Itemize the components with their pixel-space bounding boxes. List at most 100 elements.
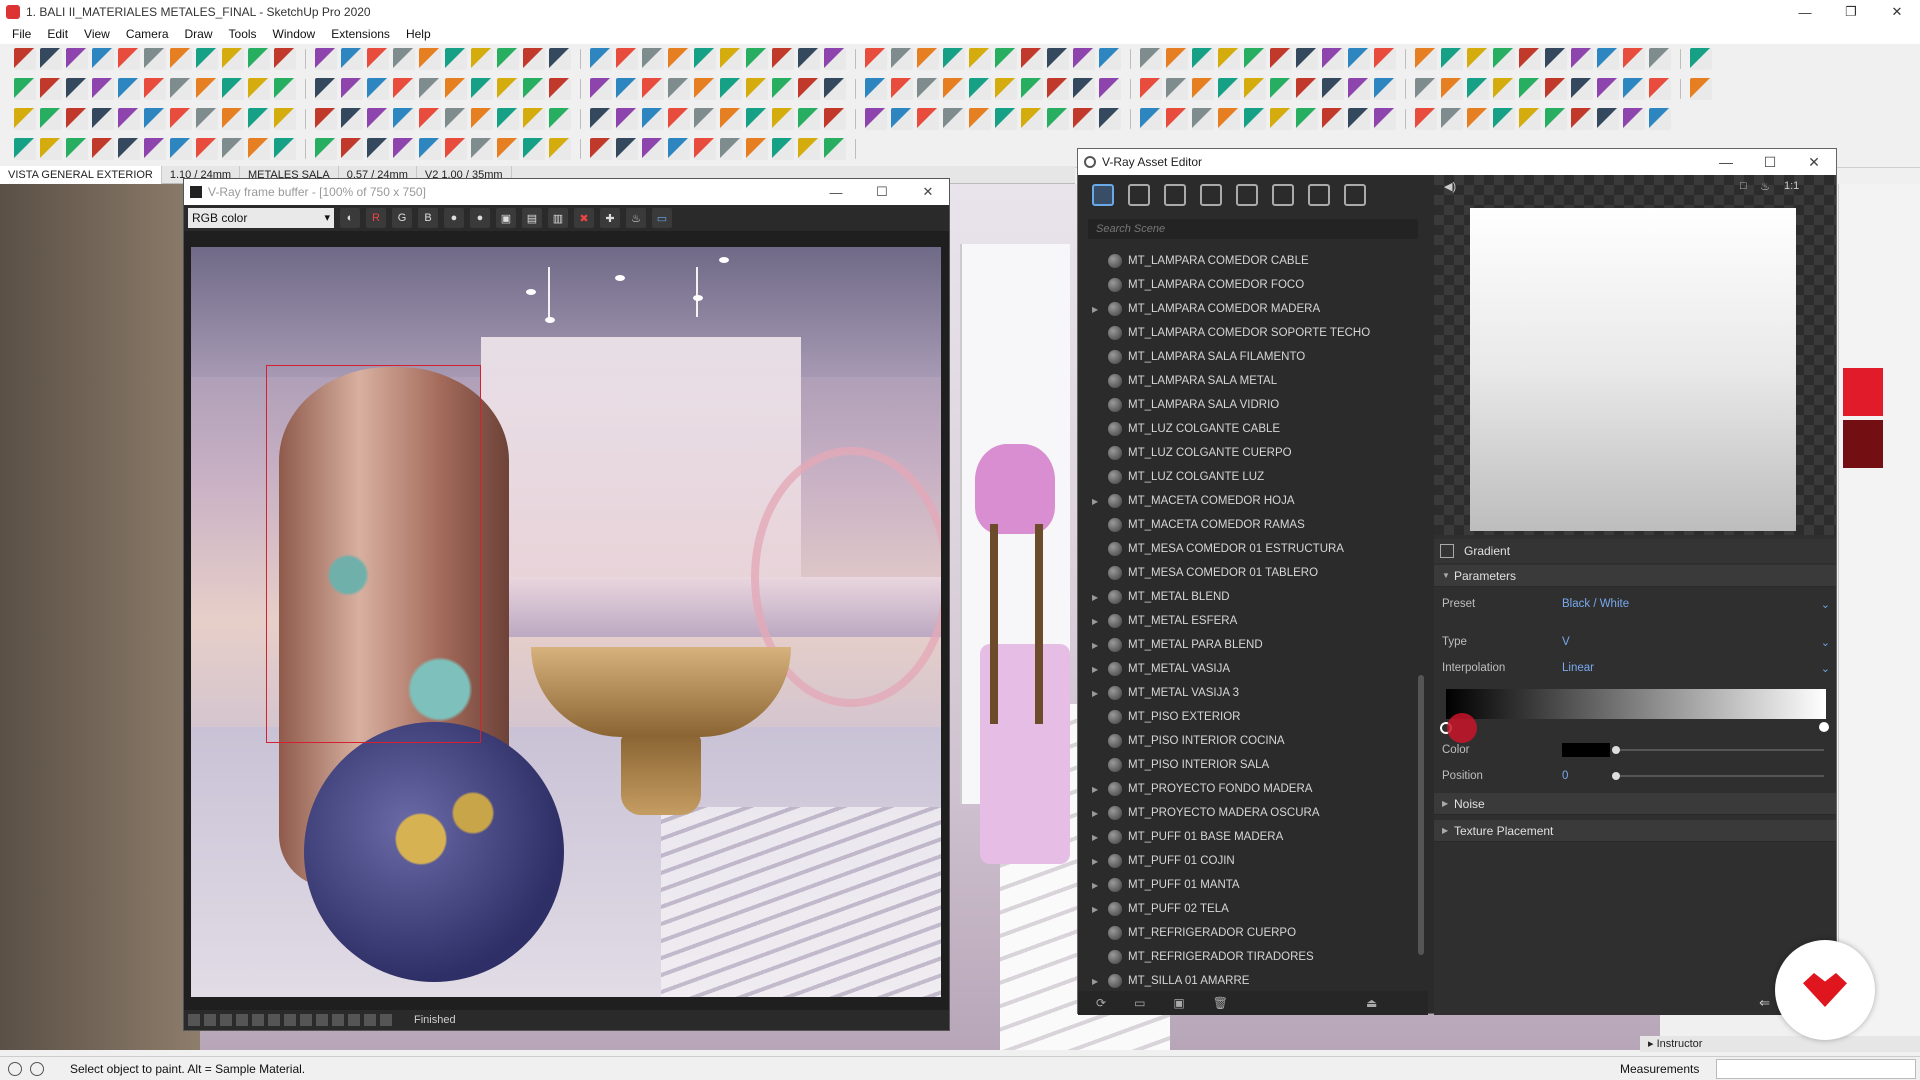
toolbar-tool-icon[interactable] xyxy=(1270,48,1292,70)
expand-arrow-icon[interactable]: ▶ xyxy=(1092,593,1098,602)
toolbar-tool-icon[interactable] xyxy=(1099,78,1121,100)
toolbar-tool-icon[interactable] xyxy=(616,78,638,100)
toolbar-tool-icon[interactable] xyxy=(891,48,913,70)
material-list-item[interactable]: ▶ MT_PUFF 01 MANTA xyxy=(1078,873,1423,897)
toolbar-tool-icon[interactable] xyxy=(824,138,846,160)
toolbar-tool-icon[interactable] xyxy=(1192,48,1214,70)
status-icon[interactable] xyxy=(220,1014,232,1026)
toolbar-tool-icon[interactable] xyxy=(144,108,166,130)
toolbar-tool-icon[interactable] xyxy=(772,48,794,70)
gray-circle-icon[interactable]: ● xyxy=(470,208,490,228)
menu-window[interactable]: Window xyxy=(265,27,324,41)
toolbar-tool-icon[interactable] xyxy=(1322,78,1344,100)
toolbar-tool-icon[interactable] xyxy=(1415,48,1437,70)
position-slider[interactable] xyxy=(1612,772,1824,780)
purge-icon[interactable]: ⏏ xyxy=(1366,996,1377,1010)
materials-category-icon[interactable] xyxy=(1092,184,1114,206)
toolbar-tool-icon[interactable] xyxy=(1690,78,1712,100)
toolbar-tool-icon[interactable] xyxy=(1467,78,1489,100)
toolbar-tool-icon[interactable] xyxy=(969,78,991,100)
toolbar-tool-icon[interactable] xyxy=(341,48,363,70)
material-list-item[interactable]: MT_MESA COMEDOR 01 TABLERO xyxy=(1078,561,1423,585)
toolbar-tool-icon[interactable] xyxy=(1140,78,1162,100)
toolbar-tool-icon[interactable] xyxy=(590,78,612,100)
status-icon[interactable] xyxy=(364,1014,376,1026)
render-teapot-icon[interactable] xyxy=(1308,184,1330,206)
toolbar-tool-icon[interactable] xyxy=(341,138,363,160)
toolbar-tool-icon[interactable] xyxy=(746,48,768,70)
expand-arrow-icon[interactable]: ▶ xyxy=(1092,857,1098,866)
toolbar-tool-icon[interactable] xyxy=(1649,108,1671,130)
red-channel-button[interactable]: R xyxy=(366,208,386,228)
toolbar-tool-icon[interactable] xyxy=(1140,48,1162,70)
toolbar-tool-icon[interactable] xyxy=(315,108,337,130)
type-dropdown[interactable]: V xyxy=(1562,636,1836,648)
preview-scale-icon[interactable]: 1:1 xyxy=(1784,180,1799,192)
toolbar-tool-icon[interactable] xyxy=(1415,78,1437,100)
toolbar-tool-icon[interactable] xyxy=(1571,108,1593,130)
menu-help[interactable]: Help xyxy=(398,27,439,41)
toolbar-tool-icon[interactable] xyxy=(1218,108,1240,130)
toolbar-tool-icon[interactable] xyxy=(1649,48,1671,70)
expand-arrow-icon[interactable]: ▶ xyxy=(1092,809,1098,818)
toolbar-tool-icon[interactable] xyxy=(1244,78,1266,100)
toolbar-tool-icon[interactable] xyxy=(170,78,192,100)
toolbar-tool-icon[interactable] xyxy=(445,78,467,100)
toolbar-tool-icon[interactable] xyxy=(798,78,820,100)
material-list-item[interactable]: MT_REFRIGERADOR TIRADORES xyxy=(1078,945,1423,969)
toolbar-tool-icon[interactable] xyxy=(891,78,913,100)
toolbar-tool-icon[interactable] xyxy=(1467,48,1489,70)
toolbar-tool-icon[interactable] xyxy=(1166,108,1188,130)
toolbar-tool-icon[interactable] xyxy=(196,78,218,100)
toolbar-tool-icon[interactable] xyxy=(393,108,415,130)
gradient-stop-white[interactable] xyxy=(1819,722,1829,732)
open-folder-icon[interactable]: ▤ xyxy=(522,208,542,228)
material-list-item[interactable]: MT_LUZ COLGANTE CABLE xyxy=(1078,417,1423,441)
toolbar-tool-icon[interactable] xyxy=(720,48,742,70)
color-swatch[interactable] xyxy=(1562,743,1610,757)
menu-camera[interactable]: Camera xyxy=(118,27,177,41)
toolbar-tool-icon[interactable] xyxy=(1073,48,1095,70)
material-list-item[interactable]: MT_PISO EXTERIOR xyxy=(1078,705,1423,729)
texture-placement-section[interactable]: Texture Placement xyxy=(1434,820,1836,842)
toolbar-tool-icon[interactable] xyxy=(274,138,296,160)
toolbar-tool-icon[interactable] xyxy=(616,108,638,130)
toolbar-tool-icon[interactable] xyxy=(248,48,270,70)
material-list-item[interactable]: ▶ MT_PROYECTO FONDO MADERA xyxy=(1078,777,1423,801)
toolbar-tool-icon[interactable] xyxy=(1021,108,1043,130)
toolbar-tool-icon[interactable] xyxy=(14,108,36,130)
back-arrow-icon[interactable]: ⇐ xyxy=(1759,995,1770,1011)
teapot-render-icon[interactable]: ♨ xyxy=(626,208,646,228)
toolbar-tool-icon[interactable] xyxy=(497,138,519,160)
toolbar-tool-icon[interactable] xyxy=(720,138,742,160)
toolbar-tool-icon[interactable] xyxy=(1519,78,1541,100)
expand-arrow-icon[interactable]: ▶ xyxy=(1092,785,1098,794)
toolbar-tool-icon[interactable] xyxy=(1623,78,1645,100)
interactive-render-icon[interactable]: ▭ xyxy=(652,208,672,228)
material-list-item[interactable]: MT_LUZ COLGANTE LUZ xyxy=(1078,465,1423,489)
material-color-swatch[interactable] xyxy=(1843,420,1883,468)
save-asset-icon[interactable]: ▣ xyxy=(1173,996,1184,1010)
toolbar-tool-icon[interactable] xyxy=(66,138,88,160)
toolbar-tool-icon[interactable] xyxy=(1441,108,1463,130)
toolbar-tool-icon[interactable] xyxy=(1493,48,1515,70)
toolbar-tool-icon[interactable] xyxy=(14,48,36,70)
material-list-item[interactable]: MT_LAMPARA SALA VIDRIO xyxy=(1078,393,1423,417)
toolbar-tool-icon[interactable] xyxy=(1244,48,1266,70)
preset-row[interactable]: Preset Black / White ⌄ xyxy=(1434,593,1836,615)
toolbar-tool-icon[interactable] xyxy=(772,108,794,130)
toolbar-tool-icon[interactable] xyxy=(1047,108,1069,130)
expand-arrow-icon[interactable]: ▶ xyxy=(1092,689,1098,698)
toolbar-tool-icon[interactable] xyxy=(1021,78,1043,100)
toolbar-tool-icon[interactable] xyxy=(798,138,820,160)
toolbar-tool-icon[interactable] xyxy=(1322,48,1344,70)
status-icon[interactable] xyxy=(348,1014,360,1026)
slider-knob[interactable] xyxy=(1612,746,1620,754)
toolbar-tool-icon[interactable] xyxy=(248,138,270,160)
toolbar-tool-icon[interactable] xyxy=(1690,48,1712,70)
toolbar-tool-icon[interactable] xyxy=(995,48,1017,70)
toolbar-tool-icon[interactable] xyxy=(1047,48,1069,70)
toolbar-tool-icon[interactable] xyxy=(315,138,337,160)
toolbar-tool-icon[interactable] xyxy=(1415,108,1437,130)
toolbar-tool-icon[interactable] xyxy=(367,108,389,130)
